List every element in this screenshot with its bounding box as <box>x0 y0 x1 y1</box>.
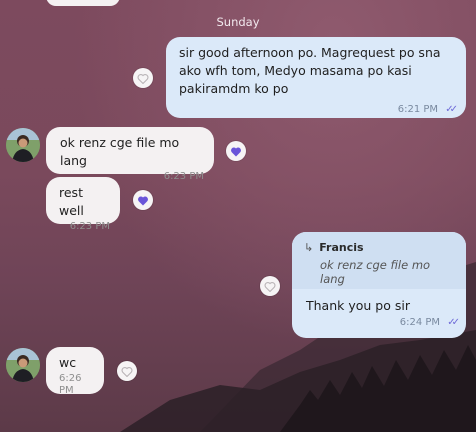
avatar-image <box>6 128 40 162</box>
message-bubble-incoming[interactable]: ok renz cge file mo lang 6:23 PM <box>46 127 214 182</box>
double-check-icon: ✓✓ <box>445 104 458 115</box>
add-reaction-button[interactable] <box>260 276 280 296</box>
message-bubble-incoming[interactable]: wc 6:26 PM <box>46 347 104 396</box>
reply-body: Thank you po sir 6:24 PM ✓✓ <box>292 289 466 335</box>
message-timestamp: 6:24 PM ✓✓ <box>306 317 460 329</box>
avatar[interactable] <box>6 128 40 162</box>
heart-icon <box>231 147 241 156</box>
reply-quote[interactable]: ↳ Francis ok renz cge file mo lang <box>292 232 466 289</box>
add-reaction-button[interactable] <box>133 68 153 88</box>
message-timestamp: 6:26 PM <box>59 373 82 396</box>
message-text: sir good afternoon po. Magrequest po sna… <box>179 45 441 96</box>
add-reaction-button[interactable] <box>117 361 137 381</box>
reaction-badge[interactable] <box>133 190 153 210</box>
message-text: ok renz cge file mo lang <box>60 135 184 168</box>
message-bubble-outgoing[interactable]: sir good afternoon po. Magrequest po sna… <box>166 37 466 118</box>
avatar-image <box>6 348 40 382</box>
message-text: wc <box>59 355 77 370</box>
message-bubble-partial <box>46 0 120 6</box>
reply-author: Francis <box>319 241 364 254</box>
heart-outline-icon <box>264 281 276 292</box>
reply-text: ok renz cge file mo lang <box>320 258 431 286</box>
heart-icon <box>138 196 148 205</box>
message-bubble-outgoing-reply[interactable]: ↳ Francis ok renz cge file mo lang Thank… <box>292 232 466 338</box>
message-text: Thank you po sir <box>306 298 410 313</box>
date-separator: Sunday <box>216 15 260 29</box>
message-text: rest well <box>59 185 87 218</box>
timestamp-text: 6:24 PM <box>399 317 441 328</box>
avatar[interactable] <box>6 348 40 382</box>
heart-outline-icon <box>137 73 149 84</box>
timestamp-text: 6:21 PM <box>397 104 439 115</box>
reply-arrow-icon: ↳ <box>304 241 314 254</box>
reply-header: ↳ Francis <box>304 241 456 254</box>
reaction-badge[interactable] <box>226 141 246 161</box>
message-bubble-incoming[interactable]: rest well 6:23 PM <box>46 177 120 232</box>
heart-outline-icon <box>121 366 133 377</box>
double-check-icon: ✓✓ <box>447 317 460 328</box>
message-timestamp: 6:21 PM ✓✓ <box>179 104 458 116</box>
message-timestamp: 6:23 PM <box>69 221 110 232</box>
